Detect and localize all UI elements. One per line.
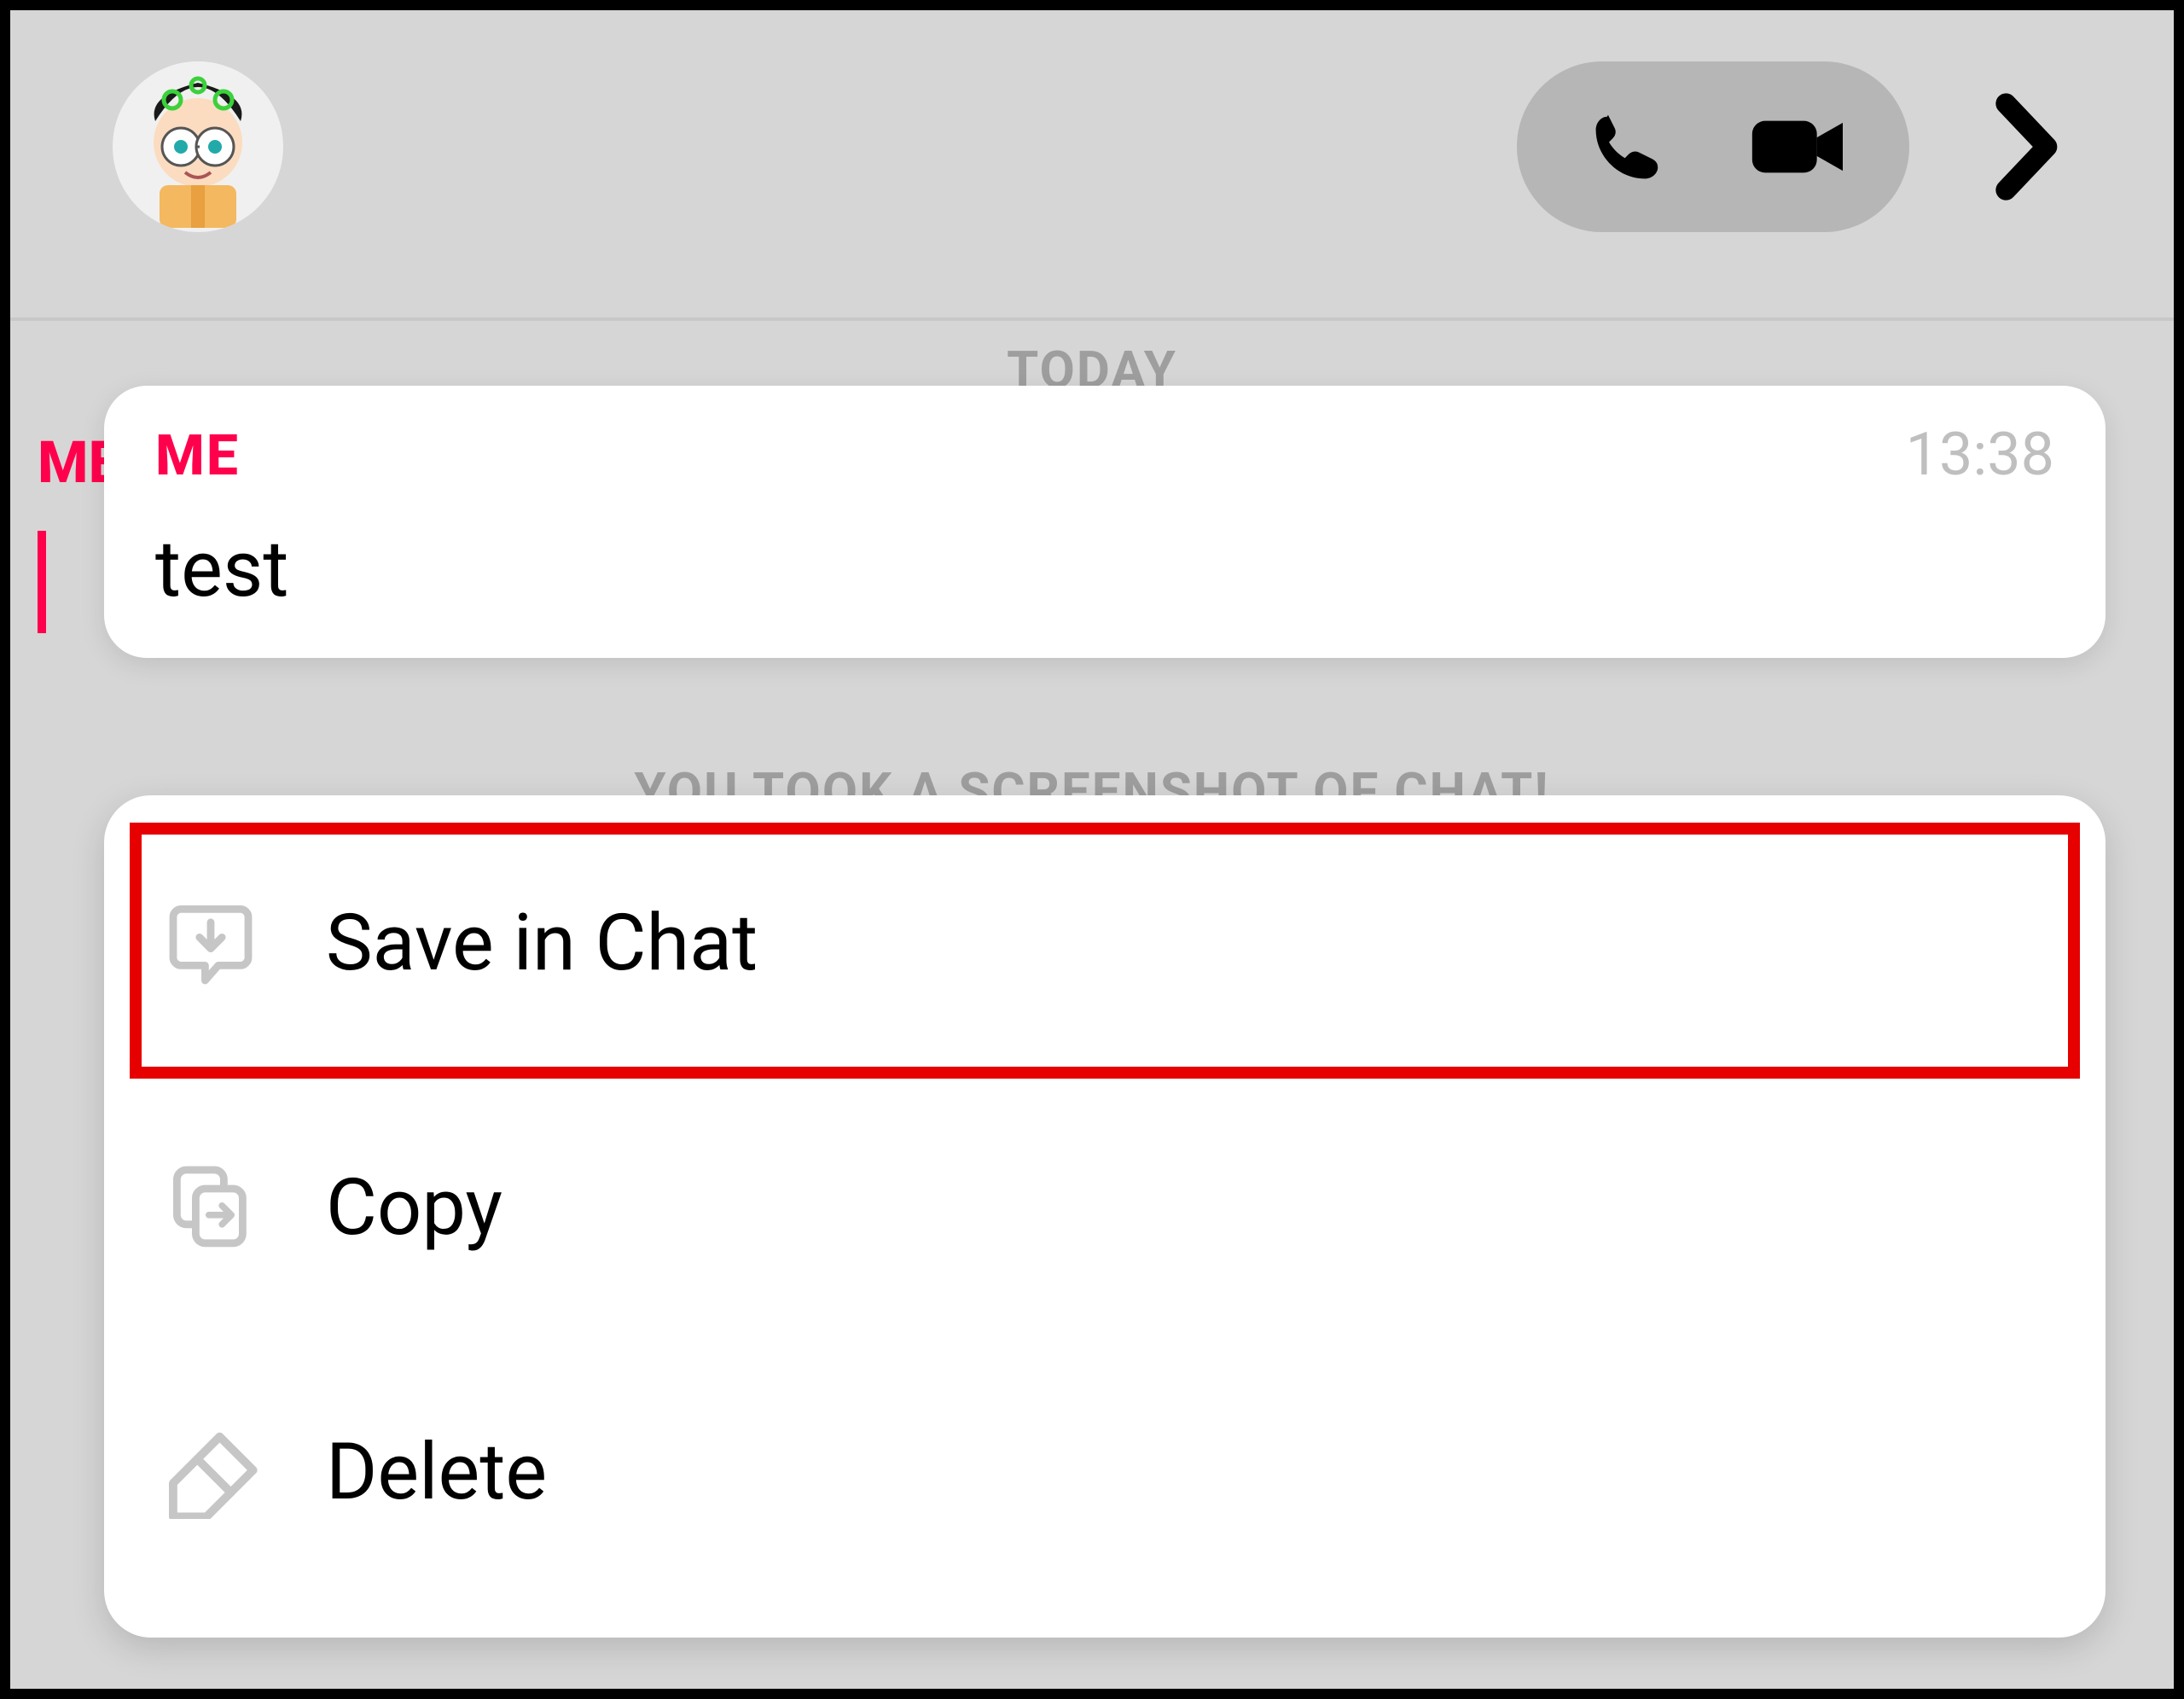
avatar-icon xyxy=(113,61,283,232)
message-text: test xyxy=(155,524,2054,615)
message-accent-bar xyxy=(38,531,46,633)
save-icon xyxy=(164,896,283,990)
message-header-row: ME 13:38 xyxy=(155,420,2054,490)
copy-icon xyxy=(164,1161,283,1254)
call-controls xyxy=(1517,61,1909,232)
video-icon xyxy=(1743,100,1854,194)
app-frame: TODAY ME YOU TOOK A SCREENSHOT OF CHAT! … xyxy=(0,0,2184,1699)
copy-label: Copy xyxy=(326,1162,502,1254)
save-in-chat-button[interactable]: Save in Chat xyxy=(104,811,2106,1075)
chat-header xyxy=(10,10,2174,283)
selected-message-card[interactable]: ME 13:38 test xyxy=(104,386,2106,658)
video-call-button[interactable] xyxy=(1713,61,1884,232)
friend-avatar[interactable] xyxy=(113,61,283,232)
chevron-right-icon xyxy=(1995,87,2063,207)
phone-icon xyxy=(1581,100,1675,194)
audio-call-button[interactable] xyxy=(1542,61,1713,232)
save-in-chat-label: Save in Chat xyxy=(326,898,758,989)
message-action-sheet: Save in Chat Copy Delete xyxy=(104,795,2106,1638)
header-divider xyxy=(10,317,2174,321)
delete-button[interactable]: Delete xyxy=(104,1340,2106,1604)
message-sender-label: ME xyxy=(155,423,240,489)
delete-label: Delete xyxy=(326,1427,547,1518)
open-profile-button[interactable] xyxy=(1969,61,2088,232)
copy-button[interactable]: Copy xyxy=(104,1075,2106,1340)
message-timestamp: 13:38 xyxy=(1906,420,2054,490)
delete-icon xyxy=(164,1425,283,1519)
